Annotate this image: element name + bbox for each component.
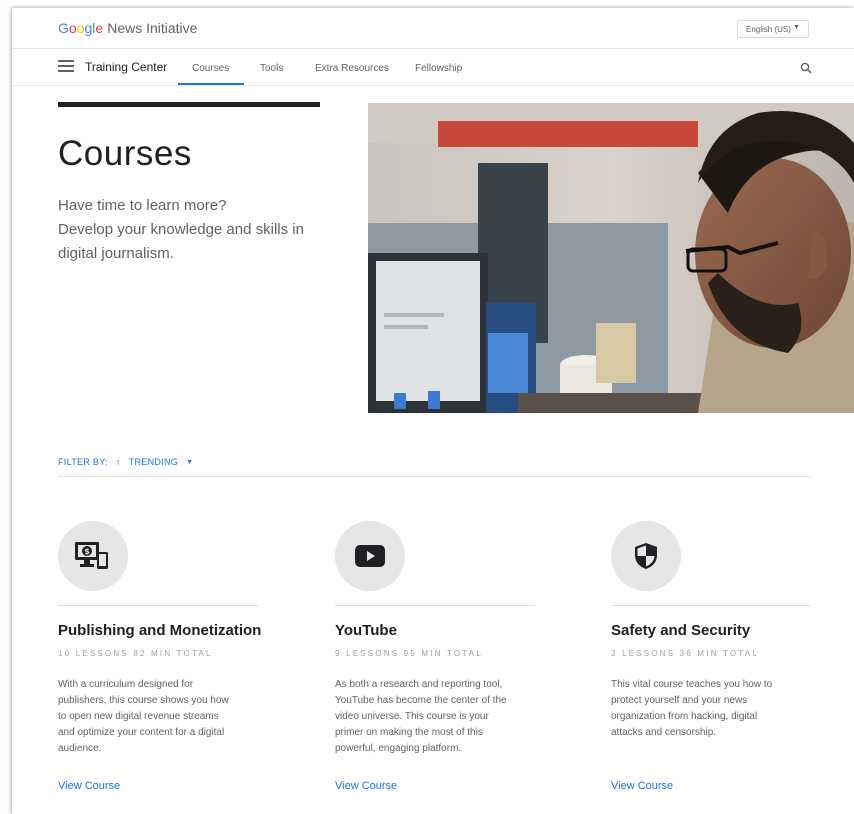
youtube-icon [355, 545, 385, 567]
filter-label: FILTER BY: [58, 457, 108, 467]
card-meta: 10 LESSONS 82 MIN TOTAL [58, 649, 213, 658]
card-icon-circle [335, 521, 405, 591]
language-value: English (US) [746, 24, 791, 34]
card-description: With a curriculum designed for publisher… [58, 677, 253, 757]
language-select[interactable]: English (US) ▼ [737, 20, 809, 38]
desc-line: organization from hacking, digital [611, 711, 758, 722]
nav-link-extra-resources[interactable]: Extra Resources [315, 63, 389, 74]
card-title[interactable]: Publishing and Monetization [58, 622, 261, 639]
monetization-icon: $ [75, 542, 108, 569]
active-tab-indicator [178, 83, 244, 85]
desc-line: audience. [58, 743, 102, 754]
menu-icon[interactable] [58, 60, 74, 72]
logo-letter: G [58, 20, 69, 36]
divider [58, 476, 812, 477]
caret-down-icon: ▼ [186, 458, 194, 466]
page-title: Courses [58, 134, 192, 173]
desc-line: protect yourself and your news [611, 695, 748, 706]
search-icon[interactable] [800, 62, 812, 74]
view-course-link[interactable]: View Course [58, 780, 120, 792]
card-divider [335, 605, 535, 606]
caret-down-icon: ▼ [793, 24, 800, 31]
desc-line: publishers, this course shows you how [58, 695, 229, 706]
desc-line: to open new digital revenue streams [58, 711, 219, 722]
card-meta: 3 LESSONS 36 MIN TOTAL [611, 649, 759, 658]
desc-line: YouTube has become the center of the [335, 695, 507, 706]
hero-line: Have time to learn more? [58, 197, 227, 214]
nav-title[interactable]: Training Center [85, 60, 167, 74]
logo-text: News Initiative [107, 20, 198, 36]
desc-line: attacks and censorship. [611, 727, 717, 738]
view-course-link[interactable]: View Course [335, 780, 397, 792]
desc-line: and optimize your content for a digital [58, 727, 225, 738]
card-title[interactable]: Safety and Security [611, 622, 750, 639]
card-icon-circle: $ [58, 521, 128, 591]
desc-line: video universe. This course is your [335, 711, 489, 722]
course-card-safety[interactable]: Safety and Security 3 LESSONS 36 MIN TOT… [611, 521, 816, 792]
google-news-initiative-logo[interactable]: Google News Initiative [58, 20, 197, 36]
hero-photo [368, 103, 854, 413]
card-meta: 9 LESSONS 95 MIN TOTAL [335, 649, 483, 658]
svg-text:$: $ [84, 547, 90, 556]
hero-line: Develop your knowledge and skills in [58, 221, 304, 238]
nav-link-courses[interactable]: Courses [192, 63, 229, 74]
card-icon-circle [611, 521, 681, 591]
hero-photo-illustration [368, 103, 854, 413]
desc-line: powerful, engaging platform. [335, 743, 462, 754]
card-divider [58, 605, 258, 606]
nav-link-tools[interactable]: Tools [260, 63, 283, 74]
card-description: This vital course teaches you how to pro… [611, 677, 806, 741]
filter-value: TRENDING [128, 457, 179, 467]
nav-bar: Training Center Courses Tools Extra Reso… [12, 49, 854, 86]
desc-line: As both a research and reporting tool, [335, 679, 503, 690]
browser-page: Google News Initiative English (US) ▼ Tra… [12, 8, 854, 814]
desc-line: With a curriculum designed for [58, 679, 194, 690]
desc-line: primer on making the most of this [335, 727, 483, 738]
view-course-link[interactable]: View Course [611, 780, 673, 792]
arrow-up-icon: ↑ [115, 457, 121, 467]
shield-icon [635, 543, 657, 569]
hero-line: digital journalism. [58, 245, 174, 262]
hero-description: Have time to learn more? Develop your kn… [58, 194, 328, 266]
desc-line: This vital course teaches you how to [611, 679, 773, 690]
course-card-publishing[interactable]: $ Publishing and Monetization 10 LESSONS… [58, 521, 263, 792]
card-description: As both a research and reporting tool, Y… [335, 677, 530, 757]
course-card-youtube[interactable]: YouTube 9 LESSONS 95 MIN TOTAL As both a… [335, 521, 540, 792]
nav-link-fellowship[interactable]: Fellowship [415, 63, 462, 74]
logo-letter: o [68, 20, 77, 36]
filter-bar[interactable]: FILTER BY: ↑ TRENDING ▼ [58, 457, 193, 467]
logo-letter: e [95, 20, 104, 36]
card-title[interactable]: YouTube [335, 622, 397, 639]
top-bar: Google News Initiative English (US) ▼ [12, 8, 854, 49]
hero-accent-bar [58, 102, 320, 107]
card-divider [611, 605, 811, 606]
